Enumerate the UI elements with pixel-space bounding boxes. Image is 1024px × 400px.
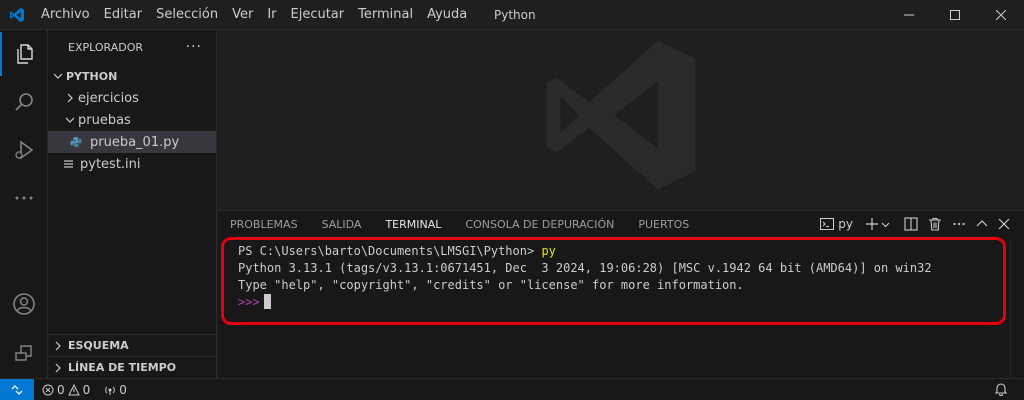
section-esquema[interactable]: ESQUEMA xyxy=(48,334,217,356)
tab-terminal[interactable]: TERMINAL xyxy=(385,212,441,238)
chevron-right-icon xyxy=(48,363,68,373)
window-title: Python xyxy=(494,8,536,22)
tree-item-label: ejercicios xyxy=(78,90,139,106)
minimize-icon xyxy=(904,14,914,16)
ellipsis-icon xyxy=(953,222,965,226)
more-actions-button[interactable] xyxy=(952,213,966,235)
accounts-button[interactable] xyxy=(0,282,48,326)
error-count: 0 xyxy=(57,382,65,397)
bell-icon xyxy=(994,383,1008,396)
menu-ejecutar[interactable]: Ejecutar xyxy=(284,0,352,30)
explorer-header: EXPLORADOR ··· xyxy=(48,30,216,65)
close-icon xyxy=(996,10,1006,20)
terminal-icon xyxy=(820,218,835,230)
remote-icon xyxy=(11,384,23,395)
panel-tabs: PROBLEMAS SALIDA TERMINAL CONSOLA DE DEP… xyxy=(230,212,713,238)
vscode-watermark-icon xyxy=(536,30,706,204)
ports-count: 0 xyxy=(119,382,127,397)
section-label: LÍNEA DE TIEMPO xyxy=(68,361,177,374)
tree-item-label: pruebas xyxy=(78,112,131,128)
search-icon xyxy=(15,93,33,111)
tree-item-ejercicios[interactable]: ejercicios xyxy=(48,87,216,109)
menu-archivo[interactable]: Archivo xyxy=(34,0,97,30)
remote-explorer-icon xyxy=(15,345,32,361)
warning-icon xyxy=(67,383,80,395)
chevron-down-icon xyxy=(62,112,78,128)
maximize-panel-button[interactable] xyxy=(976,213,988,235)
menu-ayuda[interactable]: Ayuda xyxy=(420,0,474,30)
ports-status[interactable]: 0 xyxy=(104,383,127,397)
tree-item-prueba-01[interactable]: prueba_01.py xyxy=(48,131,216,153)
files-icon xyxy=(17,44,33,64)
window-controls xyxy=(886,0,1024,30)
more-views-button[interactable] xyxy=(0,176,48,220)
panel-actions: py xyxy=(820,211,1010,237)
explorer-title: EXPLORADOR xyxy=(68,41,144,54)
python-file-icon xyxy=(70,136,90,148)
close-panel-button[interactable] xyxy=(998,213,1010,235)
manage-button[interactable] xyxy=(0,330,48,374)
folder-python[interactable]: PYTHON xyxy=(48,65,216,87)
menu-seleccion[interactable]: Selección xyxy=(149,0,225,30)
chevron-up-icon xyxy=(976,220,988,227)
minimize-button[interactable] xyxy=(886,0,932,30)
chevron-right-icon xyxy=(62,90,78,106)
explorer-button[interactable] xyxy=(0,32,48,76)
menu-bar: Archivo Editar Selección Ver Ir Ejecutar… xyxy=(34,0,474,30)
split-terminal-button[interactable] xyxy=(904,213,918,235)
chevron-down-icon xyxy=(50,68,66,84)
section-linea-de-tiempo[interactable]: LÍNEA DE TIEMPO xyxy=(48,356,217,378)
explorer-sidebar: EXPLORADOR ··· PYTHON ejercicios pruebas… xyxy=(48,30,217,378)
remote-indicator-button[interactable] xyxy=(0,378,34,400)
kill-terminal-button[interactable] xyxy=(928,213,942,235)
problems-status[interactable]: 0 0 xyxy=(42,383,90,397)
explorer-more-button[interactable]: ··· xyxy=(186,39,202,55)
terminal-profile-label: py xyxy=(838,217,853,231)
error-icon xyxy=(42,384,54,395)
settings-file-icon xyxy=(64,159,80,169)
tree-item-pytest-ini[interactable]: pytest.ini xyxy=(48,153,216,175)
trash-icon xyxy=(929,217,941,231)
folder-label: PYTHON xyxy=(66,69,118,83)
chevron-right-icon xyxy=(48,341,68,351)
run-debug-button[interactable] xyxy=(0,128,48,172)
close-button[interactable] xyxy=(978,0,1024,30)
title-bar: Archivo Editar Selección Ver Ir Ejecutar… xyxy=(0,0,1024,30)
close-icon xyxy=(998,218,1010,230)
menu-ir[interactable]: Ir xyxy=(260,0,283,30)
vscode-logo-icon xyxy=(0,0,34,30)
maximize-button[interactable] xyxy=(932,0,978,30)
tab-salida[interactable]: SALIDA xyxy=(322,212,362,238)
split-icon xyxy=(904,217,918,231)
run-debug-icon xyxy=(15,140,34,160)
menu-editar[interactable]: Editar xyxy=(97,0,150,30)
status-bar: 0 0 0 xyxy=(0,378,1024,400)
terminal-profile-button[interactable]: py xyxy=(820,213,853,235)
broadcast-icon xyxy=(105,386,116,395)
editor-area xyxy=(218,30,1024,210)
tree-item-label: prueba_01.py xyxy=(90,134,180,150)
new-terminal-button[interactable] xyxy=(865,213,890,235)
annotation-highlight-box xyxy=(221,237,1006,325)
tree-item-label: pytest.ini xyxy=(80,156,141,172)
menu-terminal[interactable]: Terminal xyxy=(351,0,420,30)
plus-icon xyxy=(866,218,878,230)
tab-puertos[interactable]: PUERTOS xyxy=(638,212,689,238)
tab-consola-depuracion[interactable]: CONSOLA DE DEPURACIÓN xyxy=(465,212,614,238)
section-label: ESQUEMA xyxy=(68,339,129,352)
maximize-icon xyxy=(950,10,960,20)
ellipsis-icon xyxy=(15,196,33,200)
bottom-panel: PROBLEMAS SALIDA TERMINAL CONSOLA DE DEP… xyxy=(218,210,1024,379)
tab-problemas[interactable]: PROBLEMAS xyxy=(230,212,298,238)
search-button[interactable] xyxy=(0,80,48,124)
notifications-button[interactable] xyxy=(994,382,1008,399)
menu-ver[interactable]: Ver xyxy=(225,0,260,30)
terminal-scrollbar[interactable] xyxy=(1010,241,1024,379)
chevron-down-icon xyxy=(881,222,890,227)
warning-count: 0 xyxy=(82,382,91,397)
tree-item-pruebas[interactable]: pruebas xyxy=(48,109,216,131)
activity-bar xyxy=(0,30,48,378)
account-icon xyxy=(13,293,35,315)
